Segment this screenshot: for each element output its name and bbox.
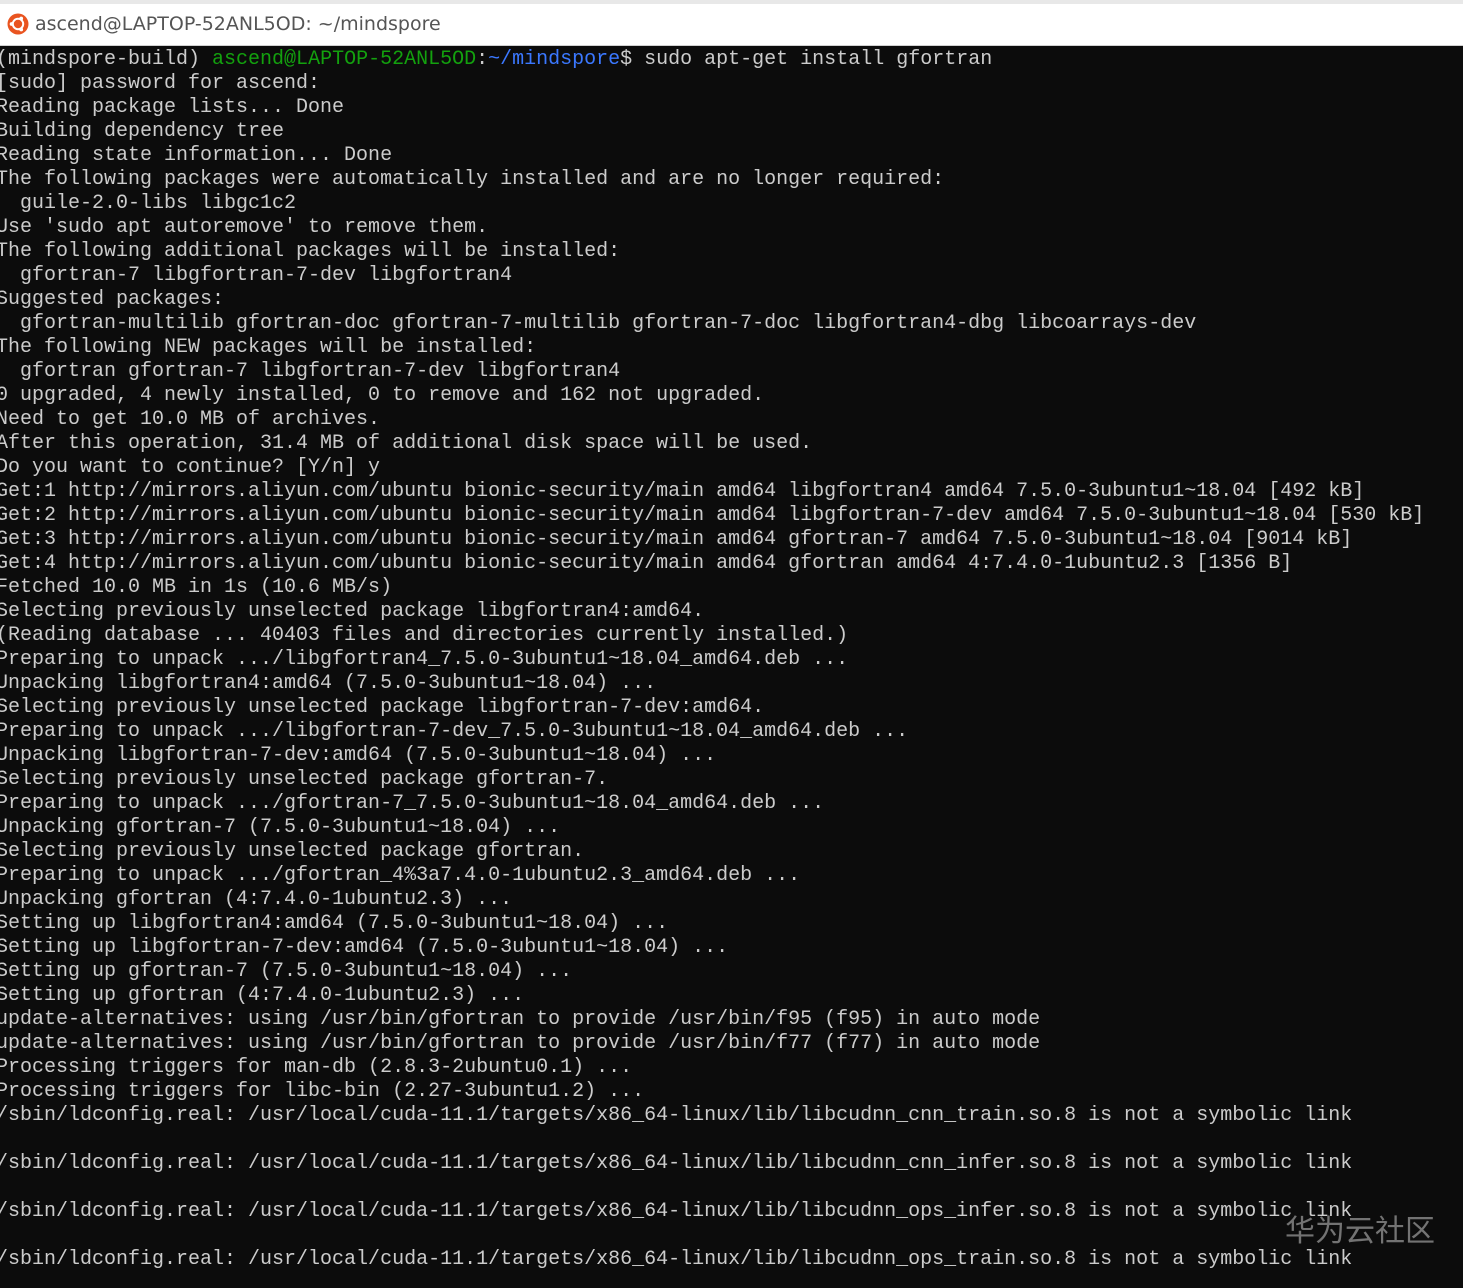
output-line: Need to get 10.0 MB of archives. <box>0 408 381 431</box>
output-line: Fetched 10.0 MB in 1s (10.6 MB/s) <box>0 576 393 599</box>
output-line: Reading package lists... Done <box>0 96 345 119</box>
output-line: /sbin/ldconfig.real: /usr/local/cuda-11.… <box>0 1200 1353 1223</box>
ubuntu-icon <box>7 13 29 35</box>
output-line: Selecting previously unselected package … <box>0 840 585 863</box>
output-line: gfortran gfortran-7 libgfortran-7-dev li… <box>0 360 621 383</box>
output-line: Setting up libgfortran4:amd64 (7.5.0-3ub… <box>0 912 669 935</box>
output-line: Get:3 http://mirrors.aliyun.com/ubuntu b… <box>0 528 1353 551</box>
output-line: Unpacking gfortran-7 (7.5.0-3ubuntu1~18.… <box>0 816 561 839</box>
prompt-dollar: $ <box>620 48 645 71</box>
output-line: The following packages were automaticall… <box>0 168 945 191</box>
command-line: (mindspore-build) ascend@LAPTOP-52ANL5OD… <box>0 48 1463 72</box>
output-line: Preparing to unpack .../gfortran-7_7.5.0… <box>0 792 825 815</box>
output-line: Setting up libgfortran-7-dev:amd64 (7.5.… <box>0 936 729 959</box>
output-line: Selecting previously unselected package … <box>0 600 705 623</box>
prompt-user-host: ascend@LAPTOP-52ANL5OD <box>212 48 477 71</box>
output-line: [sudo] password for ascend: <box>0 72 321 95</box>
output-line: Selecting previously unselected package … <box>0 696 765 719</box>
output-line: Reading state information... Done <box>0 144 393 167</box>
output-line: Get:2 http://mirrors.aliyun.com/ubuntu b… <box>0 504 1425 527</box>
output-line: Do you want to continue? [Y/n] y <box>0 456 381 479</box>
title-bar[interactable]: ascend@LAPTOP-52ANL5OD: ~/mindspore <box>0 4 1463 46</box>
output-line: Preparing to unpack .../libgfortran-7-de… <box>0 720 909 743</box>
output-line: guile-2.0-libs libgc1c2 <box>0 192 297 215</box>
output-line: update-alternatives: using /usr/bin/gfor… <box>0 1032 1041 1055</box>
watermark: 华为云社区 <box>1285 1214 1435 1249</box>
output-line: Setting up gfortran-7 (7.5.0-3ubuntu1~18… <box>0 960 573 983</box>
prompt-path: ~/mindspore <box>488 48 621 71</box>
window-title: ascend@LAPTOP-52ANL5OD: ~/mindspore <box>35 13 441 35</box>
output-line: Processing triggers for man-db (2.8.3-2u… <box>0 1056 633 1079</box>
output-line: Use 'sudo apt autoremove' to remove them… <box>0 216 489 239</box>
output-line: (Reading database ... 40403 files and di… <box>0 624 849 647</box>
output-line: Selecting previously unselected package … <box>0 768 609 791</box>
prompt-env: (mindspore-build) <box>0 48 213 71</box>
output-line: Unpacking libgfortran4:amd64 (7.5.0-3ubu… <box>0 672 657 695</box>
output-line: Get:4 http://mirrors.aliyun.com/ubuntu b… <box>0 552 1293 575</box>
output-line: Preparing to unpack .../libgfortran4_7.5… <box>0 648 849 671</box>
output-line: Unpacking libgfortran-7-dev:amd64 (7.5.0… <box>0 744 717 767</box>
output-line: Preparing to unpack .../gfortran_4%3a7.4… <box>0 864 801 887</box>
output-line: /sbin/ldconfig.real: /usr/local/cuda-11.… <box>0 1104 1353 1127</box>
output-line: gfortran-multilib gfortran-doc gfortran-… <box>0 312 1197 335</box>
output-line: Processing triggers for libc-bin (2.27-3… <box>0 1080 645 1103</box>
output-line: gfortran-7 libgfortran-7-dev libgfortran… <box>0 264 513 287</box>
output-line: Building dependency tree <box>0 120 285 143</box>
output-line: 0 upgraded, 4 newly installed, 0 to remo… <box>0 384 765 407</box>
command-text: sudo apt-get install gfortran <box>644 48 993 71</box>
output-line: After this operation, 31.4 MB of additio… <box>0 432 813 455</box>
output-line: The following NEW packages will be insta… <box>0 336 537 359</box>
output-lines: [sudo] password for ascend: Reading packa… <box>0 72 1463 1272</box>
output-line: Unpacking gfortran (4:7.4.0-1ubuntu2.3) … <box>0 888 513 911</box>
terminal-window[interactable]: ascend@LAPTOP-52ANL5OD: ~/mindspore (min… <box>0 0 1463 1288</box>
output-line: update-alternatives: using /usr/bin/gfor… <box>0 1008 1041 1031</box>
output-line: Setting up gfortran (4:7.4.0-1ubuntu2.3)… <box>0 984 525 1007</box>
output-line: /sbin/ldconfig.real: /usr/local/cuda-11.… <box>0 1248 1353 1271</box>
terminal-output[interactable]: (mindspore-build) ascend@LAPTOP-52ANL5OD… <box>0 48 1463 1288</box>
output-line: Get:1 http://mirrors.aliyun.com/ubuntu b… <box>0 480 1365 503</box>
output-line: Suggested packages: <box>0 288 225 311</box>
prompt-separator: : <box>476 48 489 71</box>
output-line: The following additional packages will b… <box>0 240 621 263</box>
output-line: /sbin/ldconfig.real: /usr/local/cuda-11.… <box>0 1152 1353 1175</box>
